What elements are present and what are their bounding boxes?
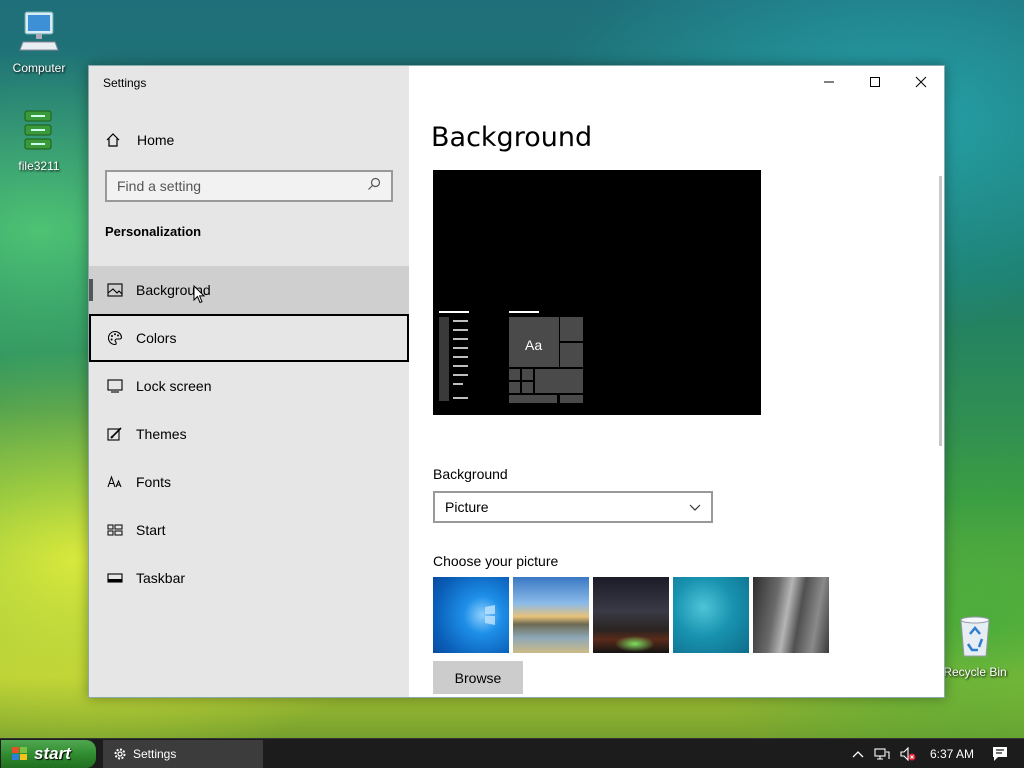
sidebar-item-background[interactable]: Background xyxy=(89,266,409,314)
close-icon xyxy=(915,76,927,88)
sidebar-item-colors[interactable]: Colors xyxy=(89,314,409,362)
home-label: Home xyxy=(137,132,175,148)
sidebar-item-start[interactable]: Start xyxy=(89,506,409,554)
computer-icon xyxy=(1,10,77,57)
sidebar-item-taskbar[interactable]: Taskbar xyxy=(89,554,409,602)
taskbar-icon xyxy=(105,572,125,584)
page-title: Background xyxy=(431,122,593,153)
search-box[interactable] xyxy=(105,170,393,202)
section-title: Personalization xyxy=(105,224,202,239)
start-layout-icon xyxy=(105,524,125,536)
windows-flag-icon xyxy=(11,746,29,762)
chevron-up-icon[interactable] xyxy=(852,750,864,758)
background-type-dropdown[interactable]: Picture xyxy=(433,491,713,523)
home-link[interactable]: Home xyxy=(105,128,174,152)
network-icon[interactable] xyxy=(874,747,890,761)
taskbar-button-label: Settings xyxy=(133,747,177,761)
sidebar-item-label: Lock screen xyxy=(136,378,212,394)
picture-thumbnail[interactable] xyxy=(593,577,669,653)
chevron-down-icon xyxy=(689,499,701,515)
preview-tile-text: Aa xyxy=(525,337,543,353)
picture-thumbnail[interactable] xyxy=(753,577,829,653)
action-center-icon[interactable] xyxy=(992,746,1008,762)
clock[interactable]: 6:37 AM xyxy=(930,747,974,761)
background-preview: Aa xyxy=(433,170,761,415)
choose-picture-label: Choose your picture xyxy=(433,553,559,569)
mouse-cursor-icon xyxy=(193,284,206,309)
search-icon[interactable] xyxy=(367,177,381,196)
gear-icon xyxy=(113,747,127,761)
caption-buttons xyxy=(806,66,944,98)
scrollbar[interactable] xyxy=(939,176,942,446)
sidebar-item-lock-screen[interactable]: Lock screen xyxy=(89,362,409,410)
desktop-icon-label: Computer xyxy=(12,61,66,75)
close-button[interactable] xyxy=(898,66,944,98)
start-label: start xyxy=(34,744,71,763)
maximize-button[interactable] xyxy=(852,66,898,98)
sidebar-item-label: Fonts xyxy=(136,474,172,490)
dropdown-value: Picture xyxy=(445,499,489,515)
sidebar-item-label: Start xyxy=(136,522,166,538)
picture-thumbnail[interactable] xyxy=(433,577,509,653)
volume-muted-icon[interactable] xyxy=(900,747,916,761)
file-icon xyxy=(1,108,77,155)
desktop-icon-label: file3211 xyxy=(18,159,60,173)
sidebar-item-fonts[interactable]: Fonts xyxy=(89,458,409,506)
desktop-icon-label: Recycle Bin xyxy=(943,665,1007,679)
font-icon xyxy=(105,475,125,489)
lock-screen-icon xyxy=(105,379,125,393)
palette-icon xyxy=(105,330,125,346)
sidebar: Settings Home Personalization Background xyxy=(89,66,409,697)
window-title: Settings xyxy=(103,76,147,90)
recycle-bin-icon xyxy=(937,614,1013,661)
home-icon xyxy=(105,132,125,148)
minimize-icon xyxy=(824,81,834,83)
desktop-icon-recycle-bin[interactable]: Recycle Bin xyxy=(937,614,1013,679)
start-button[interactable]: start xyxy=(1,740,96,768)
picture-thumbnails xyxy=(433,577,829,653)
taskbar-button-settings[interactable]: Settings xyxy=(103,740,263,768)
taskbar: start Settings 6:37 AM xyxy=(0,738,1024,768)
desktop-icon-computer[interactable]: Computer xyxy=(1,10,77,75)
desktop-icon-file[interactable]: file3211 xyxy=(1,108,77,173)
picture-thumbnail[interactable] xyxy=(673,577,749,653)
main-content: Background Aa Background Picture Choose … xyxy=(409,66,944,697)
picture-icon xyxy=(105,283,125,297)
sidebar-nav: Background Colors Lock screen Themes Fon… xyxy=(89,266,409,602)
sidebar-item-themes[interactable]: Themes xyxy=(89,410,409,458)
desktop-preview-graphic xyxy=(439,311,583,403)
windows-logo-icon xyxy=(485,605,495,625)
brush-icon xyxy=(105,426,125,442)
system-tray: 6:37 AM xyxy=(852,739,1024,768)
sidebar-item-label: Themes xyxy=(136,426,187,442)
settings-window: Settings Home Personalization Background xyxy=(88,65,945,698)
browse-button[interactable]: Browse xyxy=(433,661,523,694)
sidebar-item-label: Colors xyxy=(136,330,177,346)
minimize-button[interactable] xyxy=(806,66,852,98)
picture-thumbnail[interactable] xyxy=(513,577,589,653)
background-label: Background xyxy=(433,466,508,482)
sidebar-item-label: Taskbar xyxy=(136,570,186,586)
maximize-icon xyxy=(870,77,880,87)
search-input[interactable] xyxy=(117,178,367,194)
